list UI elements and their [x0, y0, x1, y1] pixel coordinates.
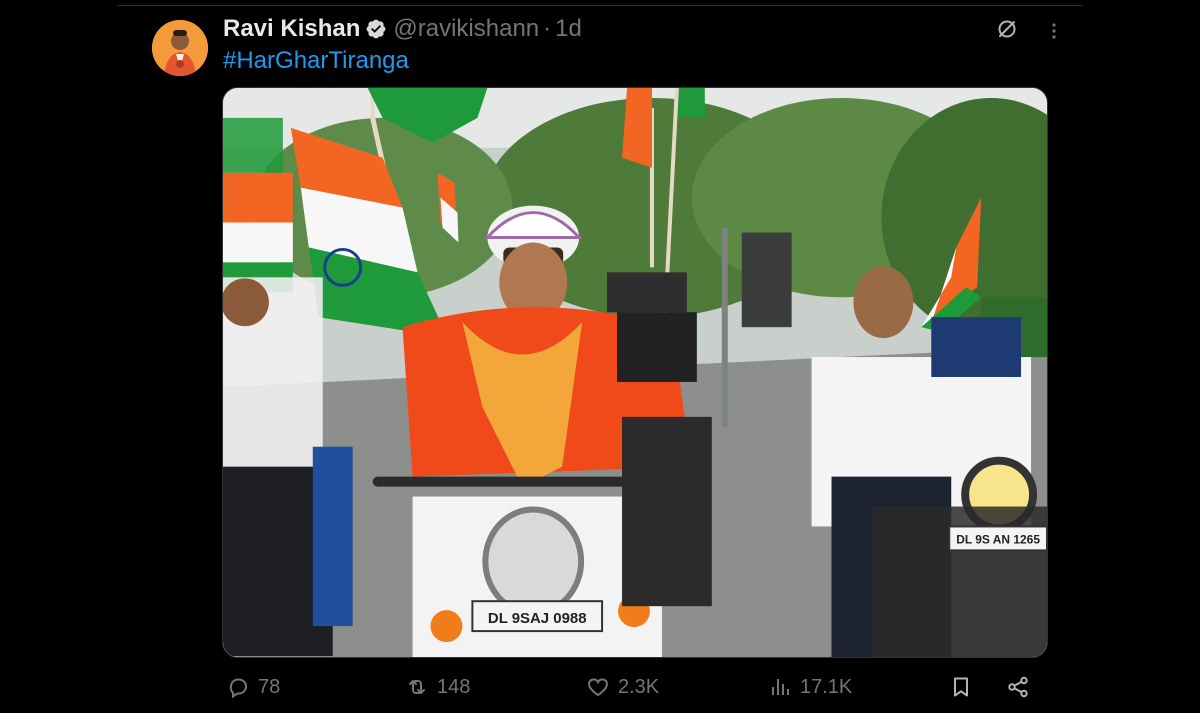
like-button[interactable]: 2.3K: [586, 670, 659, 704]
top-divider: [118, 5, 1082, 6]
views-count: 17.1K: [800, 675, 853, 698]
plate-center-text: DL 9SAJ 0988: [488, 610, 587, 627]
plate-right-text: DL 9S AN 1265: [956, 532, 1040, 546]
tweet-header: Ravi Kishan @ravikishann · 1d: [223, 14, 582, 44]
more-icon[interactable]: [1042, 19, 1066, 43]
avatar-image: [152, 20, 208, 76]
heart-icon: [588, 678, 608, 697]
repost-icon: [409, 680, 425, 694]
rally-photo: DL 9SAJ 0988 DL 9S AN 1265: [223, 88, 1047, 657]
repost-count: 148: [437, 675, 471, 698]
reply-icon: [229, 678, 247, 699]
verified-badge-icon: [365, 18, 387, 40]
views-button[interactable]: 17.1K: [768, 670, 852, 704]
share-icon: [1008, 676, 1028, 698]
flag-2: [223, 117, 293, 293]
bookmark-button[interactable]: [949, 670, 981, 704]
repost-button[interactable]: 148: [405, 670, 470, 704]
reply-button[interactable]: 78: [226, 670, 280, 704]
avatar[interactable]: [152, 20, 208, 76]
hashtag-link[interactable]: #HarGharTiranga: [223, 47, 409, 75]
share-button[interactable]: [1006, 670, 1038, 704]
timestamp[interactable]: 1d: [555, 15, 582, 43]
like-count: 2.3K: [618, 675, 660, 698]
display-name[interactable]: Ravi Kishan: [223, 15, 360, 43]
bookmark-icon: [954, 677, 968, 697]
separator-dot: ·: [543, 15, 552, 42]
grok-icon[interactable]: [995, 17, 1019, 41]
tweet-media[interactable]: DL 9SAJ 0988 DL 9S AN 1265: [222, 87, 1048, 658]
views-chart-icon: [772, 679, 789, 695]
handle[interactable]: @ravikishann: [393, 15, 539, 43]
tweet-actions: 78 148 2.3K 17.1K: [223, 670, 1043, 704]
reply-count: 78: [258, 675, 281, 698]
